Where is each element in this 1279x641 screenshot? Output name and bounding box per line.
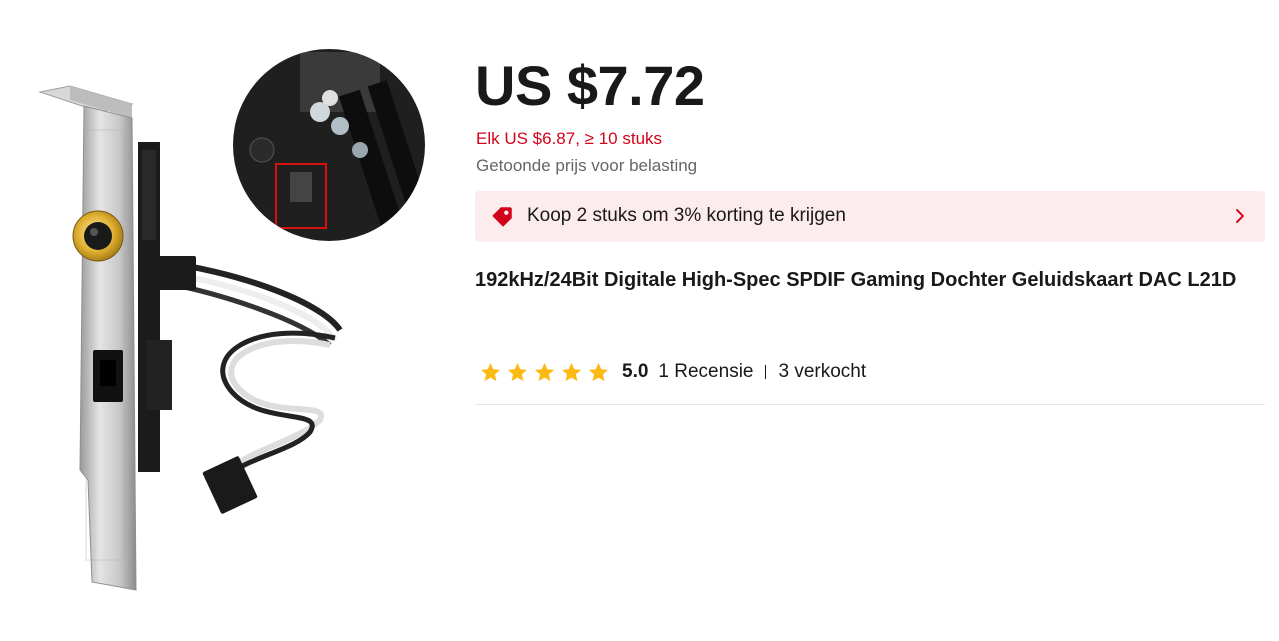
star-icon — [588, 362, 609, 381]
rating-score: 5.0 — [622, 361, 649, 382]
divider — [475, 404, 1265, 405]
product-image — [0, 0, 460, 636]
product-info: US $7.72 Elk US $6.87, ≥ 10 stuks Getoon… — [475, 0, 1265, 636]
star-icon — [534, 362, 555, 381]
product-price: US $7.72 — [475, 54, 705, 117]
separator — [765, 365, 767, 379]
tag-icon — [492, 207, 512, 227]
product-title: 192kHz/24Bit Digitale High-Spec SPDIF Ga… — [475, 269, 1237, 291]
rating-row: 5.0 1 Recensie 3 verkocht — [479, 358, 866, 386]
star-icon — [480, 362, 501, 381]
promo-banner[interactable]: Koop 2 stuks om 3% korting te krijgen — [475, 191, 1265, 242]
chevron-right-icon — [1236, 209, 1244, 223]
promo-text: Koop 2 stuks om 3% korting te krijgen — [527, 205, 846, 226]
tier-price: Elk US $6.87, ≥ 10 stuks — [476, 129, 663, 148]
star-rating — [479, 361, 610, 384]
star-icon — [561, 362, 582, 381]
tax-note: Getoonde prijs voor belasting — [476, 156, 698, 175]
sold-count: 3 verkocht — [778, 361, 867, 382]
reviews-link[interactable]: 1 Recensie — [658, 361, 753, 383]
star-icon — [507, 362, 528, 381]
